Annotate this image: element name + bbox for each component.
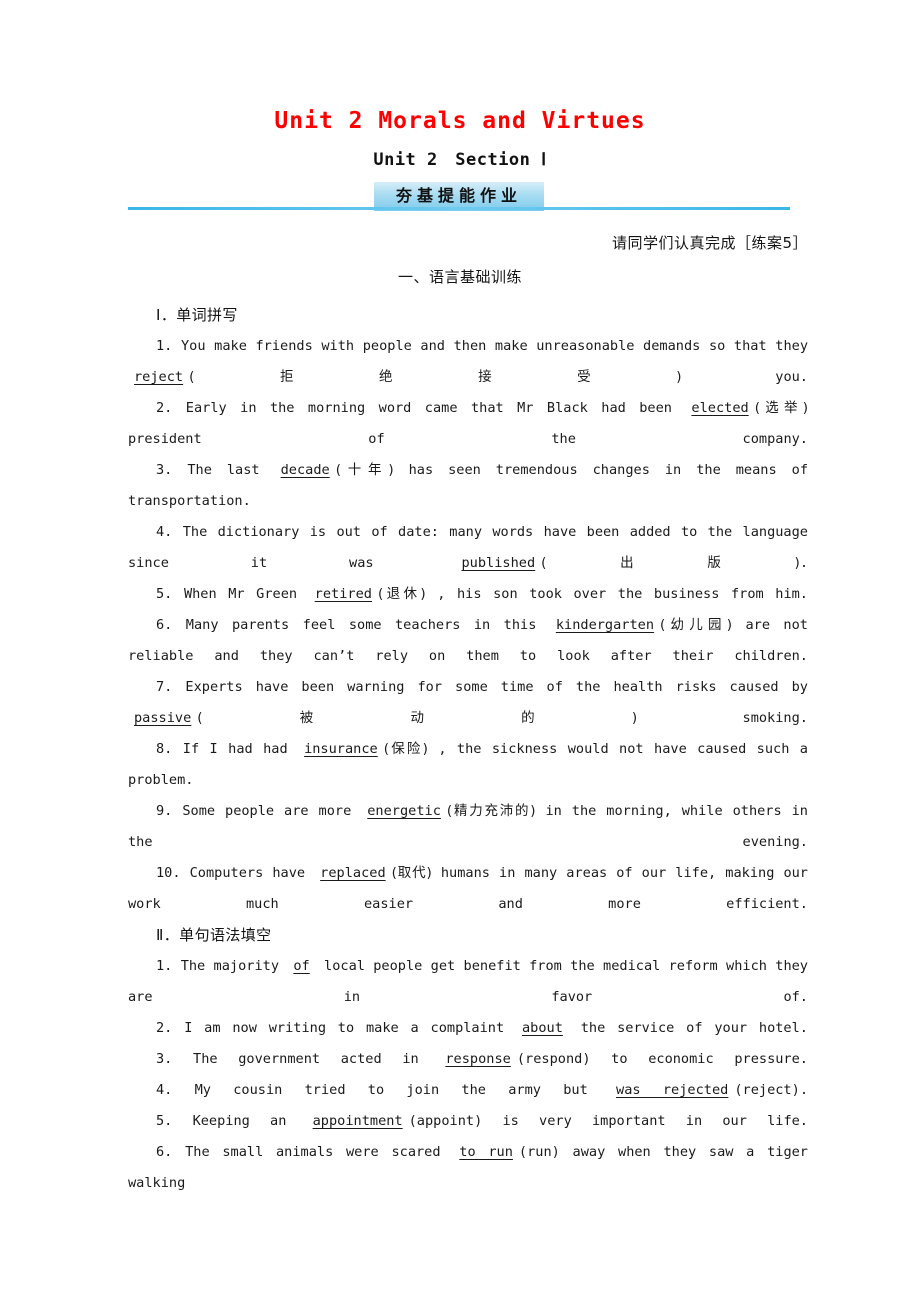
item-text-before-blank: The majority [180, 958, 280, 974]
item-text-before-blank: My cousin tried to join the army but [194, 1082, 588, 1098]
item-text-before-blank: I am now writing to make a complaint [184, 1020, 505, 1036]
item-text-after-blank: . [799, 555, 808, 571]
answer-blank[interactable]: passive [128, 710, 197, 726]
item-number: 5. [156, 586, 184, 602]
item-number: 8. [156, 741, 183, 757]
answer-hint: (十年) [335, 462, 394, 478]
answer-hint: (respond) [516, 1051, 591, 1067]
item-text-before-blank: If I had had [182, 741, 288, 757]
item-number: 1. [156, 338, 181, 354]
item-text-before-blank: Experts have been warning for some time … [185, 679, 808, 695]
exercise-item: 9. Some people are more energetic (精力充沛的)… [128, 796, 808, 858]
exercise-item: 4. The dictionary is out of date: many w… [128, 517, 808, 579]
answer-blank[interactable]: published [456, 555, 542, 571]
item-text-before-blank: Keeping an [192, 1113, 287, 1129]
exercise-item: 5. When Mr Green retired (退休) , his son t… [128, 579, 808, 610]
item-text-before-blank: The small animals were scared [185, 1144, 441, 1160]
header-divider [128, 207, 790, 210]
exercise-item: 8. If I had had insurance (保险) , the sick… [128, 734, 808, 796]
item-text-before-blank: Many parents feel some teachers in this [185, 617, 537, 633]
answer-blank[interactable]: about [516, 1020, 569, 1036]
exercise-item: 1. You make friends with people and then… [128, 331, 808, 393]
answer-blank[interactable]: reject [128, 369, 189, 385]
exercise-item: 2. I am now writing to make a complaint … [128, 1013, 808, 1044]
answer-blank[interactable]: of [287, 958, 315, 974]
item-text-before-blank: The government acted in [193, 1051, 419, 1067]
answer-blank[interactable]: replaced [314, 865, 391, 881]
answer-hint: (拒绝接受) [189, 369, 682, 385]
item-text-after-blank: smoking. [637, 710, 808, 726]
answer-hint: (reject) [734, 1082, 800, 1098]
item-number: 4. [156, 524, 183, 540]
item-number: 9. [156, 803, 183, 819]
answer-hint: (被动的) [197, 710, 638, 726]
item-text-after-blank: the service of your hotel. [568, 1020, 808, 1036]
item-number: 7. [156, 679, 186, 695]
answer-hint: (精力充沛的) [446, 803, 536, 819]
exercise-item: 1. The majority of local people get bene… [128, 951, 808, 1013]
item-text-before-blank: You make friends with people and then ma… [180, 338, 808, 354]
exercise-item: 2. Early in the morning word came that M… [128, 393, 808, 455]
part-heading: 一、语言基础训练 [397, 268, 522, 286]
item-text-before-blank: Computers have [189, 865, 306, 881]
exercise-section-heading: Ⅱ．单句语法填空 [156, 926, 272, 944]
exercise-content: Ⅰ．单词拼写 1. You make friends with people an… [128, 300, 808, 1199]
answer-blank[interactable]: kindergarten [550, 617, 660, 633]
item-number: 5. [156, 1113, 193, 1129]
answer-blank[interactable]: energetic [361, 803, 447, 819]
exercise-item: 3. The last decade (十年) has seen tremendo… [128, 455, 808, 517]
answer-hint: (保险) [383, 741, 428, 757]
answer-blank[interactable]: elected [685, 400, 754, 416]
exercise-item: 3. The government acted in response (resp… [128, 1044, 808, 1075]
item-text-before-blank: The last [187, 462, 260, 478]
exercise-item: 4. My cousin tried to join the army but … [128, 1075, 808, 1106]
answer-hint: (取代) [391, 865, 432, 881]
item-text-after-blank: is very important in our life. [482, 1113, 808, 1129]
item-text-after-blank: you. [681, 369, 808, 385]
item-number: 3. [156, 1051, 194, 1067]
answer-hint: (出版) [541, 555, 800, 571]
section-subtitle: Unit 2 Section Ⅰ [373, 150, 547, 170]
item-number: 10. [156, 865, 190, 881]
exercise-item: 7. Experts have been warning for some ti… [128, 672, 808, 734]
item-number: 3. [156, 462, 188, 478]
answer-hint: (选举) [754, 400, 808, 416]
answer-blank[interactable]: response [439, 1051, 516, 1067]
item-text-after-blank: president of the company. [128, 431, 808, 447]
item-number: 6. [156, 617, 186, 633]
answer-hint: (appoint) [408, 1113, 483, 1129]
item-text-before-blank: When Mr Green [183, 586, 298, 602]
exercise-section-heading: Ⅰ．单词拼写 [156, 306, 238, 324]
item-number: 1. [156, 958, 181, 974]
page-title: Unit 2 Morals and Virtues [274, 108, 646, 134]
instruction-note: 请同学们认真完成［练案5］ [611, 234, 808, 252]
document-page: Unit 2 Morals and Virtues Unit 2 Section… [0, 0, 920, 1302]
answer-blank[interactable]: appointment [307, 1113, 409, 1129]
answer-blank[interactable]: was rejected [610, 1082, 734, 1098]
answer-hint: (run) [518, 1144, 560, 1160]
item-text-after-blank: . [799, 1082, 808, 1098]
exercise-item: 6. Many parents feel some teachers in th… [128, 610, 808, 672]
answer-blank[interactable]: to run [453, 1144, 519, 1160]
exercise-item: 5. Keeping an appointment (appoint) is ve… [128, 1106, 808, 1137]
item-number: 2. [156, 1020, 185, 1036]
answer-blank[interactable]: decade [275, 462, 336, 478]
answer-blank[interactable]: insurance [298, 741, 384, 757]
answer-hint: (退休) [377, 586, 426, 602]
item-number: 2. [156, 400, 186, 416]
item-text-after-blank: to economic pressure. [590, 1051, 808, 1067]
exercise-item: 6. The small animals were scared to run(… [128, 1137, 808, 1199]
item-text-after-blank: , his son took over the business from hi… [425, 586, 808, 602]
exercise-item: 10. Computers have replaced (取代) humans i… [128, 858, 808, 920]
answer-hint: (幼儿园) [660, 617, 733, 633]
item-text-before-blank: Some people are more [182, 803, 352, 819]
item-number: 6. [156, 1144, 186, 1160]
item-text-before-blank: Early in the morning word came that Mr B… [185, 400, 672, 416]
answer-blank[interactable]: retired [309, 586, 378, 602]
item-number: 4. [156, 1082, 195, 1098]
